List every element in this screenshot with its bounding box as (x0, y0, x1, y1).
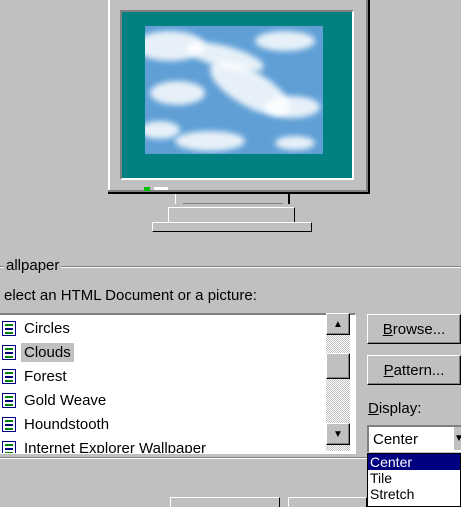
wallpaper-group-label: allpaper (4, 257, 62, 274)
list-item[interactable]: Internet Explorer Wallpaper (2, 437, 209, 453)
html-document-icon (2, 344, 16, 360)
html-document-icon (2, 320, 16, 336)
monitor-slot (154, 187, 168, 191)
down-arrow-icon: ▼ (333, 428, 343, 440)
html-document-icon (2, 440, 16, 453)
scroll-up-button[interactable]: ▲ (326, 313, 350, 335)
wallpaper-preview (145, 26, 323, 154)
monitor-stand (168, 207, 295, 223)
cancel-button[interactable] (288, 497, 367, 507)
wallpaper-prompt: elect an HTML Document or a picture: (4, 287, 257, 304)
list-item[interactable]: Houndstooth (2, 413, 112, 435)
up-arrow-icon: ▲ (333, 318, 343, 330)
power-led (144, 187, 150, 191)
display-option-tile[interactable]: Tile (368, 470, 460, 486)
display-option-stretch[interactable]: Stretch (368, 486, 460, 502)
list-item[interactable]: Clouds (2, 341, 74, 363)
list-item[interactable]: Gold Weave (2, 389, 109, 411)
scroll-down-button[interactable]: ▼ (326, 423, 350, 445)
list-item[interactable]: Forest (2, 365, 70, 387)
pattern-button[interactable]: Pattern... (367, 355, 461, 385)
display-option-center[interactable]: Center (368, 454, 460, 470)
list-item[interactable]: Circles (2, 317, 73, 339)
monitor-bezel (120, 10, 354, 180)
wallpaper-list[interactable]: Circles Clouds Forest Gold Weave Houndst… (0, 313, 356, 454)
html-document-icon (2, 416, 16, 432)
display-dropdown-button[interactable]: ▼ (453, 427, 461, 450)
scroll-thumb[interactable] (326, 353, 350, 379)
monitor-preview (108, 0, 370, 194)
monitor-base (152, 222, 312, 232)
display-label: Display: (368, 400, 422, 417)
html-document-icon (2, 368, 16, 384)
display-options-list[interactable]: Center Tile Stretch (367, 453, 461, 507)
list-scrollbar[interactable]: ▲ ▼ (326, 313, 350, 451)
chevron-down-icon: ▼ (454, 433, 461, 444)
ok-button[interactable] (170, 497, 280, 507)
html-document-icon (2, 392, 16, 408)
browse-button[interactable]: Browse... (367, 314, 461, 344)
display-select[interactable]: Center (367, 425, 461, 452)
